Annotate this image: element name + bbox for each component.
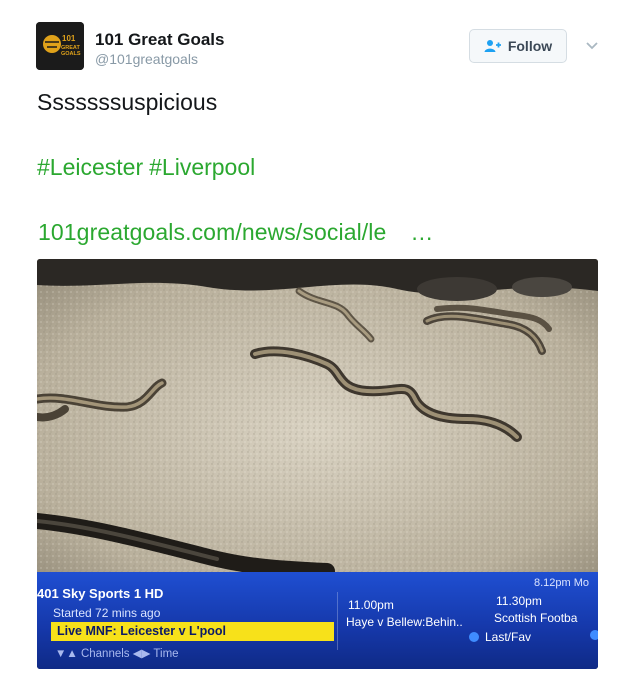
add-user-icon: [484, 40, 501, 52]
tweet-photo[interactable]: 401 Sky Sports 1 HD Started 72 mins ago …: [37, 259, 598, 669]
tweet-link[interactable]: 101greatgoals.com/news/social/le …: [38, 219, 434, 246]
follow-button[interactable]: Follow: [469, 29, 567, 63]
now-playing: Live MNF: Leicester v L'pool: [51, 622, 334, 641]
started-time: Started 72 mins ago: [53, 606, 161, 620]
tweet-text: Sssssssuspicious: [37, 89, 218, 115]
hashtag-leicester[interactable]: #Leicester: [37, 154, 143, 180]
guide-clock: 8.12pm Mo: [534, 577, 590, 589]
last-fav-label: Last/Fav: [485, 630, 532, 644]
last-fav: Last/Fav: [469, 630, 531, 644]
blue-button-icon: [590, 630, 598, 640]
101-great-goals-logo: 101 GREAT GOALS: [36, 22, 84, 70]
slot1-time: 11.00pm: [348, 598, 394, 612]
snakes-on-sand-image: [37, 259, 598, 572]
chevron-down-icon: [586, 42, 598, 50]
link-text: 101greatgoals.com/news/social/le: [38, 219, 387, 245]
slot1-program: Haye v Bellew:Behin..: [346, 615, 463, 629]
slot2-time: 11.30pm: [496, 594, 542, 608]
channel-name: 401 Sky Sports 1 HD: [37, 586, 164, 601]
link-ellipsis: …: [410, 219, 434, 245]
author-name[interactable]: 101 Great Goals: [95, 30, 224, 50]
avatar[interactable]: 101 GREAT GOALS: [36, 22, 84, 70]
svg-text:GOALS: GOALS: [61, 51, 81, 57]
hashtag-liverpool[interactable]: #Liverpool: [149, 154, 255, 180]
slot2-program: Scottish Footba: [494, 611, 578, 625]
guide-divider: [337, 592, 338, 650]
hashtags: #Leicester #Liverpool: [37, 154, 261, 181]
more-options-button[interactable]: [585, 38, 599, 56]
guide-nav-hint: ▼▲ Channels ◀▶ Time: [55, 648, 179, 660]
follow-label: Follow: [507, 38, 553, 54]
blue-button-icon: [469, 632, 479, 642]
author-handle[interactable]: @101greatgoals: [95, 51, 198, 67]
svg-text:101: 101: [62, 34, 76, 43]
tv-guide-overlay: 401 Sky Sports 1 HD Started 72 mins ago …: [37, 572, 598, 669]
